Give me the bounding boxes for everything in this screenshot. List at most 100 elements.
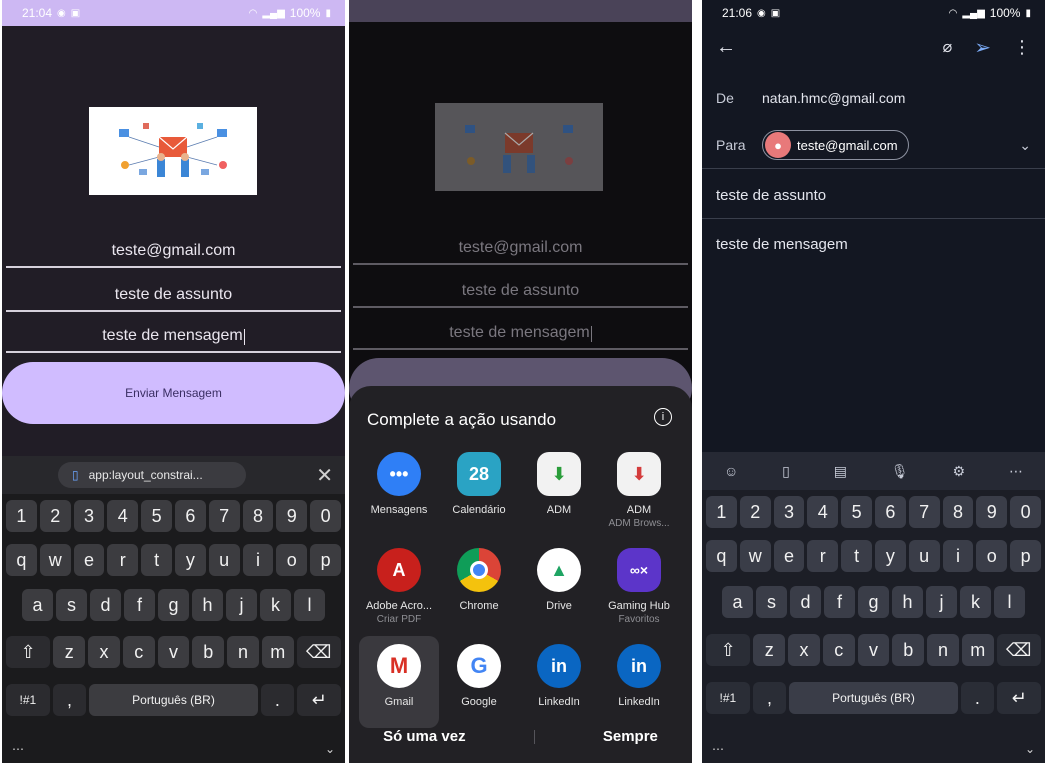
space-key[interactable]: Português (BR) (89, 684, 258, 716)
key[interactable]: c (822, 634, 855, 666)
key[interactable]: s (756, 586, 787, 618)
key[interactable]: h (892, 586, 923, 618)
share-app-adobe[interactable]: A Adobe Acro... Criar PDF (359, 548, 439, 625)
symbols-key[interactable]: !#1 (6, 684, 50, 716)
key[interactable]: 2 (39, 500, 71, 532)
key[interactable]: 6 (874, 496, 906, 528)
key[interactable]: e (773, 540, 805, 572)
share-app-google[interactable]: G Google (439, 644, 519, 708)
share-app-linkedin-2[interactable]: in LinkedIn (599, 644, 679, 708)
keyboard-grid-icon[interactable]: ⋯ (712, 742, 724, 756)
key[interactable]: b (192, 636, 225, 668)
key[interactable]: d (790, 586, 821, 618)
key[interactable]: 7 (208, 500, 240, 532)
key[interactable]: g (158, 589, 189, 621)
send-icon[interactable]: ➢ (974, 35, 991, 60)
key[interactable]: r (107, 544, 139, 576)
key[interactable]: a (722, 586, 753, 618)
key[interactable]: n (927, 634, 959, 666)
key[interactable]: q (6, 544, 37, 576)
key[interactable]: s (56, 589, 87, 621)
clipboard-icon[interactable]: ▯ (782, 463, 790, 480)
share-app-chrome[interactable]: Chrome (439, 548, 519, 612)
key[interactable]: f (824, 586, 855, 618)
period-key[interactable]: . (260, 684, 295, 716)
comma-key[interactable]: , (52, 684, 87, 716)
key[interactable]: 9 (276, 500, 308, 532)
key[interactable]: g (858, 586, 889, 618)
share-app-adm[interactable]: ⬇ ADM (519, 452, 599, 516)
key[interactable]: k (960, 586, 991, 618)
share-app-linkedin[interactable]: in LinkedIn (519, 644, 599, 708)
key[interactable]: n (227, 636, 259, 668)
emoji-icon[interactable]: ☺ (724, 463, 738, 479)
key[interactable]: 0 (1010, 496, 1041, 528)
key[interactable]: z (53, 636, 86, 668)
share-app-gaming-hub[interactable]: ∞× Gaming Hub Favoritos (599, 548, 679, 625)
key[interactable]: m (961, 634, 994, 666)
recipient-chip[interactable]: ● teste@gmail.com (762, 130, 909, 160)
key[interactable]: y (874, 540, 906, 572)
key[interactable]: w (39, 544, 71, 576)
email-field[interactable]: teste@gmail.com (6, 228, 341, 268)
key[interactable]: v (157, 636, 190, 668)
key[interactable]: i (942, 540, 974, 572)
key[interactable]: e (73, 544, 105, 576)
info-icon[interactable]: i (654, 408, 672, 426)
key[interactable]: p (310, 544, 341, 576)
chevron-down-icon[interactable]: ⌄ (325, 742, 335, 756)
text-icon[interactable]: ▤ (834, 463, 847, 480)
key[interactable]: x (788, 634, 820, 666)
key[interactable]: t (841, 540, 872, 572)
enter-key[interactable]: ↵ (997, 682, 1041, 714)
key[interactable]: l (994, 586, 1025, 618)
chevron-down-icon[interactable]: ⌄ (1025, 742, 1035, 756)
space-key[interactable]: Português (BR) (789, 682, 958, 714)
share-app-adm-browser[interactable]: ⬇ ADM ADM Brows... (599, 452, 679, 529)
attach-icon[interactable]: ⌀ (943, 37, 953, 57)
key[interactable]: 6 (174, 500, 206, 532)
from-value[interactable]: natan.hmc@gmail.com (762, 90, 905, 106)
more-options-icon[interactable]: ⋮ (1013, 37, 1031, 58)
chevron-down-icon[interactable]: ⌄ (1019, 137, 1031, 154)
share-app-drive[interactable]: ▲ Drive (519, 548, 599, 612)
microphone-icon[interactable]: 🎙 (891, 463, 909, 480)
share-app-calendario[interactable]: 28 Calendário (439, 452, 519, 516)
backspace-key[interactable]: ⌫ (296, 636, 341, 668)
key[interactable]: u (208, 544, 240, 576)
symbols-key[interactable]: !#1 (706, 682, 750, 714)
back-arrow-icon[interactable]: ← (716, 36, 736, 59)
always-button[interactable]: Sempre (603, 728, 658, 745)
key[interactable]: 4 (107, 500, 139, 532)
key[interactable]: 3 (773, 496, 805, 528)
key[interactable]: 9 (976, 496, 1008, 528)
key[interactable]: 5 (841, 496, 872, 528)
more-icon[interactable]: ⋯ (1009, 463, 1023, 480)
key[interactable]: j (926, 586, 957, 618)
key[interactable]: 1 (706, 496, 737, 528)
key[interactable]: r (807, 540, 839, 572)
comma-key[interactable]: , (752, 682, 787, 714)
key[interactable]: 7 (908, 496, 940, 528)
enter-key[interactable]: ↵ (297, 684, 341, 716)
just-once-button[interactable]: Só uma vez (383, 728, 466, 745)
backspace-key[interactable]: ⌫ (996, 634, 1041, 666)
key[interactable]: a (22, 589, 53, 621)
key[interactable]: v (857, 634, 890, 666)
settings-icon[interactable]: ⚙ (953, 463, 966, 480)
key[interactable]: d (90, 589, 121, 621)
subject-field[interactable]: teste de assunto (6, 272, 341, 312)
key[interactable]: 0 (310, 500, 341, 532)
subject-field[interactable]: teste de assunto (702, 180, 1045, 210)
shift-key[interactable]: ⇧ (706, 634, 751, 666)
key[interactable]: z (753, 634, 786, 666)
key[interactable]: 8 (942, 496, 974, 528)
shift-key[interactable]: ⇧ (6, 636, 51, 668)
key[interactable]: 3 (73, 500, 105, 532)
key[interactable]: q (706, 540, 737, 572)
key[interactable]: f (124, 589, 155, 621)
message-field[interactable]: teste de mensagem (6, 313, 341, 353)
key[interactable]: o (976, 540, 1008, 572)
key[interactable]: w (739, 540, 771, 572)
clipboard-suggestion[interactable]: ▯ app:layout_constrai... (58, 462, 246, 488)
